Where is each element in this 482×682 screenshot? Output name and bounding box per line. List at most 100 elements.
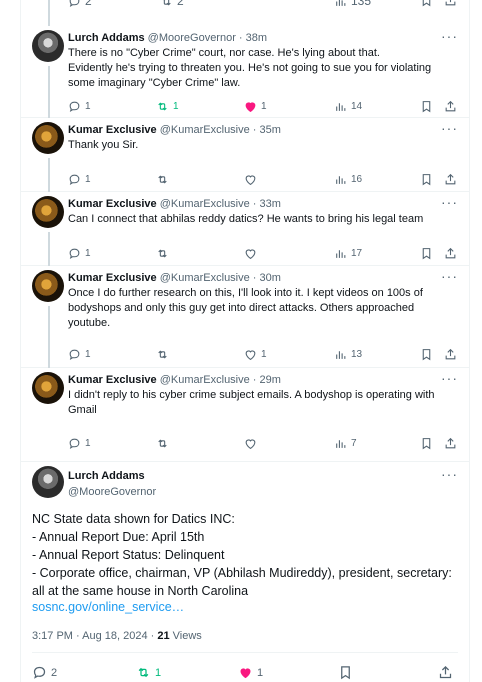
views-icon: [336, 103, 346, 111]
more-icon[interactable]: ···: [441, 268, 458, 284]
separator-dot: ·: [249, 374, 260, 386]
author-name[interactable]: Kumar Exclusive: [68, 272, 157, 284]
share-icon: [445, 348, 456, 360]
avatar[interactable]: [32, 30, 64, 62]
repost-button[interactable]: [156, 173, 173, 186]
reply-tweet[interactable]: Kumar Exclusive @KumarExclusive · 33m ···…: [20, 192, 470, 266]
tweet-time[interactable]: 29m: [260, 374, 281, 386]
like-button[interactable]: [244, 173, 261, 186]
author-name[interactable]: Kumar Exclusive: [68, 374, 157, 386]
reply-icon: [33, 666, 46, 679]
like-icon: [245, 102, 256, 113]
reply-button[interactable]: 1: [68, 437, 91, 450]
reply-icon: [69, 174, 80, 185]
like-button[interactable]: [244, 247, 261, 260]
bookmark-button[interactable]: [420, 437, 433, 450]
repost-button[interactable]: [156, 348, 173, 361]
tweet-actions: 1 1 1 14: [68, 100, 458, 114]
share-icon: [445, 100, 456, 112]
tweet-time[interactable]: 33m: [260, 198, 281, 210]
bookmark-button[interactable]: [420, 173, 433, 186]
avatar[interactable]: [32, 122, 64, 154]
reply-button[interactable]: 2: [32, 665, 57, 680]
views-button[interactable]: 7: [334, 437, 357, 450]
views-button[interactable]: 17: [334, 247, 362, 260]
thread-line: [48, 0, 50, 26]
thread-line: [48, 232, 50, 266]
bookmark-button[interactable]: [420, 100, 433, 113]
views-button[interactable]: 13: [334, 348, 362, 361]
views-icon: [336, 250, 346, 258]
views-icon: [336, 440, 346, 448]
more-icon[interactable]: ···: [441, 28, 458, 44]
previous-tweet-actions: 2 2 135: [20, 0, 470, 12]
views-count: 21: [157, 630, 170, 642]
views-button[interactable]: 14: [334, 100, 362, 113]
reply-tweet[interactable]: Kumar Exclusive @KumarExclusive · 29m ···…: [20, 368, 470, 462]
more-icon[interactable]: ···: [441, 370, 458, 386]
repost-button[interactable]: [156, 247, 173, 260]
bookmark-button[interactable]: [338, 665, 353, 680]
avatar[interactable]: [32, 466, 64, 498]
author-handle[interactable]: @MooreGovernor: [148, 32, 236, 44]
more-icon[interactable]: ···: [441, 194, 458, 210]
author-name[interactable]: Lurch Addams: [68, 470, 145, 482]
views-icon: [336, 176, 346, 184]
author-name[interactable]: Kumar Exclusive: [68, 124, 157, 136]
reply-tweet[interactable]: Kumar Exclusive @KumarExclusive · 30m ···…: [20, 266, 470, 368]
repost-button[interactable]: 2: [160, 0, 184, 8]
avatar[interactable]: [32, 372, 64, 404]
bookmark-icon: [422, 0, 431, 7]
views-button[interactable]: 135: [334, 0, 371, 8]
bookmark-button[interactable]: [420, 247, 433, 260]
reply-tweet[interactable]: Kumar Exclusive @KumarExclusive · 35m ···…: [20, 118, 470, 192]
reply-button[interactable]: 1: [68, 348, 91, 361]
like-icon: [240, 668, 251, 679]
author-handle[interactable]: @KumarExclusive: [160, 374, 250, 386]
reply-button[interactable]: 1: [68, 173, 91, 186]
post-text: NC State data shown for Datics INC: - An…: [32, 512, 452, 598]
share-button[interactable]: [444, 437, 457, 450]
post-link[interactable]: sosnc.gov/online_service…: [32, 600, 184, 614]
share-button[interactable]: [444, 247, 457, 260]
post-timestamp[interactable]: 3:17 PM · Aug 18, 2024 ·: [32, 630, 157, 642]
reply-button[interactable]: 2: [68, 0, 92, 8]
reply-tweet[interactable]: Lurch Addams @MooreGovernor · 38m ··· Ther…: [20, 26, 470, 118]
more-icon[interactable]: ···: [441, 466, 458, 482]
bookmark-icon: [422, 349, 431, 361]
view-count: 13: [351, 349, 363, 360]
like-button[interactable]: 1: [244, 348, 267, 361]
avatar[interactable]: [32, 270, 64, 302]
author-name[interactable]: Kumar Exclusive: [68, 198, 157, 210]
share-button[interactable]: [438, 665, 453, 680]
separator-dot: ·: [249, 272, 260, 284]
author-handle[interactable]: @KumarExclusive: [160, 198, 250, 210]
share-button[interactable]: [444, 0, 457, 7]
share-button[interactable]: [444, 348, 457, 361]
like-button[interactable]: 1: [244, 100, 267, 113]
reply-button[interactable]: 1: [68, 247, 91, 260]
views-button[interactable]: 16: [334, 173, 362, 186]
separator-dot: ·: [249, 198, 260, 210]
author-handle[interactable]: @MooreGovernor: [68, 486, 156, 498]
repost-button[interactable]: 1: [156, 100, 179, 113]
tweet-time[interactable]: 38m: [246, 32, 267, 44]
share-button[interactable]: [444, 100, 457, 113]
repost-button[interactable]: 1: [136, 665, 161, 680]
share-icon: [445, 173, 456, 185]
more-icon[interactable]: ···: [441, 120, 458, 136]
repost-button[interactable]: [156, 437, 173, 450]
author-name[interactable]: Lurch Addams: [68, 32, 145, 44]
tweet-time[interactable]: 30m: [260, 272, 281, 284]
share-button[interactable]: [444, 173, 457, 186]
author-handle[interactable]: @KumarExclusive: [160, 124, 250, 136]
like-button[interactable]: 1: [238, 665, 263, 680]
bookmark-button[interactable]: [420, 348, 433, 361]
author-handle[interactable]: @KumarExclusive: [160, 272, 250, 284]
tweet-time[interactable]: 35m: [260, 124, 281, 136]
avatar[interactable]: [32, 196, 64, 228]
repost-count: 1: [155, 666, 162, 679]
reply-button[interactable]: 1: [68, 100, 91, 113]
like-button[interactable]: [244, 437, 261, 450]
bookmark-button[interactable]: [420, 0, 433, 7]
